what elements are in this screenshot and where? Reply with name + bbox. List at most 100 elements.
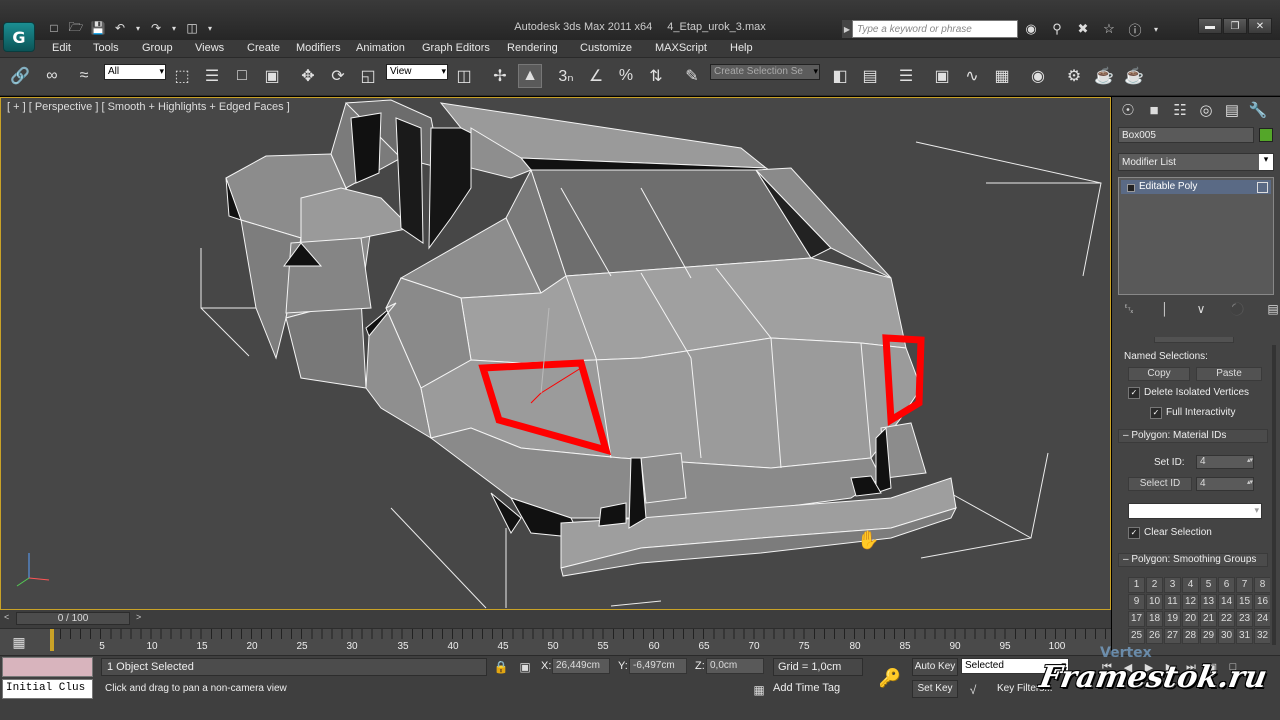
default-tangent-icon[interactable]: √ bbox=[965, 682, 981, 698]
window-crossing-icon[interactable]: ▣ bbox=[260, 64, 284, 88]
unlink-selection-icon[interactable]: ∞ bbox=[40, 64, 64, 88]
set-keys-key-icon[interactable]: 🔑 bbox=[876, 666, 904, 690]
communication-center-icon[interactable]: ⚲ bbox=[1048, 20, 1066, 38]
go-to-start-icon[interactable]: ⏮ bbox=[1098, 659, 1116, 675]
material-name-dropdown[interactable] bbox=[1128, 503, 1262, 519]
smoothing-group-button[interactable]: 32 bbox=[1254, 628, 1270, 644]
selection-lock-icon[interactable]: 🔒 bbox=[493, 659, 509, 675]
smoothing-group-button[interactable]: 3 bbox=[1164, 577, 1181, 593]
smoothing-group-button[interactable]: 21 bbox=[1200, 611, 1217, 627]
maximize-viewport-icon[interactable]: □ bbox=[1224, 659, 1242, 675]
clear-selection-checkbox[interactable]: Clear Selection bbox=[1128, 527, 1212, 539]
smoothing-group-button[interactable]: 29 bbox=[1200, 628, 1217, 644]
smoothing-group-button[interactable]: 26 bbox=[1146, 628, 1163, 644]
full-interactivity-checkbox[interactable]: Full Interactivity bbox=[1150, 407, 1235, 419]
menu-graph-editors[interactable]: Graph Editors bbox=[422, 42, 490, 54]
object-name-field[interactable]: Box005 bbox=[1118, 127, 1254, 143]
smoothing-group-button[interactable]: 27 bbox=[1164, 628, 1181, 644]
smoothing-group-button[interactable]: 7 bbox=[1236, 577, 1253, 593]
minimize-icon[interactable]: ▬ bbox=[1198, 18, 1222, 34]
hide-unselected-button[interactable] bbox=[1154, 337, 1234, 343]
object-color-swatch[interactable] bbox=[1259, 128, 1273, 142]
set-id-spinner[interactable]: 4 bbox=[1196, 455, 1254, 469]
maximize-icon[interactable]: ❐ bbox=[1223, 18, 1247, 34]
configure-modifier-sets-icon[interactable]: ▤ bbox=[1266, 302, 1280, 316]
rectangular-selection-icon[interactable]: □ bbox=[230, 64, 254, 88]
graphite-ribbon-icon[interactable]: ▣ bbox=[930, 64, 954, 88]
auto-key-button[interactable]: Auto Key bbox=[912, 658, 958, 676]
mini-curve-editor-icon[interactable]: ▦ bbox=[8, 634, 30, 652]
help-dropdown-icon[interactable]: ▾ bbox=[1152, 20, 1160, 38]
smoothing-group-button[interactable]: 18 bbox=[1146, 611, 1163, 627]
zoom-extents-icon[interactable]: ▣ bbox=[1203, 659, 1221, 675]
command-panel-scrollbar[interactable] bbox=[1272, 345, 1276, 645]
smoothing-group-button[interactable]: 23 bbox=[1236, 611, 1253, 627]
menu-rendering[interactable]: Rendering bbox=[507, 42, 558, 54]
time-slider-thumb[interactable]: 0 / 100 bbox=[16, 612, 130, 625]
smoothing-group-button[interactable]: 5 bbox=[1200, 577, 1217, 593]
create-tab-icon[interactable]: ☉ bbox=[1118, 100, 1138, 120]
menu-modifiers[interactable]: Modifiers bbox=[296, 42, 341, 54]
smoothing-group-button[interactable]: 1 bbox=[1128, 577, 1145, 593]
menu-edit[interactable]: Edit bbox=[52, 42, 71, 54]
modifier-list-dropdown[interactable]: Modifier List ▾ bbox=[1118, 153, 1274, 171]
rendered-frame-window-icon[interactable]: ☕ bbox=[1092, 64, 1116, 88]
smoothing-group-button[interactable]: 25 bbox=[1128, 628, 1145, 644]
time-slider[interactable]: < 0 / 100 > bbox=[0, 610, 1111, 628]
display-tab-icon[interactable]: ▤ bbox=[1222, 100, 1242, 120]
time-next-arrow-icon[interactable]: > bbox=[136, 612, 141, 622]
next-frame-icon[interactable]: ▶ bbox=[1161, 659, 1179, 675]
smoothing-group-button[interactable]: 10 bbox=[1146, 594, 1163, 610]
select-and-rotate-icon[interactable]: ⟳ bbox=[326, 64, 350, 88]
make-unique-icon[interactable]: ∨ bbox=[1194, 302, 1208, 316]
pivot-center-icon[interactable]: ◫ bbox=[452, 64, 476, 88]
absolute-offset-mode-icon[interactable]: ▣ bbox=[517, 659, 533, 675]
smoothing-group-button[interactable]: 31 bbox=[1236, 628, 1253, 644]
smoothing-group-button[interactable]: 13 bbox=[1200, 594, 1217, 610]
menu-animation[interactable]: Animation bbox=[356, 42, 405, 54]
maxscript-mini-listener-top[interactable] bbox=[2, 657, 93, 677]
close-icon[interactable]: ✕ bbox=[1248, 18, 1272, 34]
menu-views[interactable]: Views bbox=[195, 42, 224, 54]
delete-isolated-vertices-checkbox[interactable]: Delete Isolated Vertices bbox=[1128, 387, 1249, 399]
binoculars-icon[interactable]: ◉ bbox=[1022, 20, 1040, 38]
select-manipulate-icon[interactable]: ✢ bbox=[488, 64, 512, 88]
menu-maxscript[interactable]: MAXScript bbox=[655, 42, 707, 54]
schematic-view-icon[interactable]: ▦ bbox=[990, 64, 1014, 88]
smoothing-groups-rollout-header[interactable]: – Polygon: Smoothing Groups bbox=[1118, 553, 1268, 567]
remove-modifier-icon[interactable]: ⚫ bbox=[1230, 302, 1245, 316]
angle-snap-icon[interactable]: ∠ bbox=[584, 64, 608, 88]
show-end-result-icon[interactable]: │ bbox=[1158, 302, 1172, 316]
select-and-link-icon[interactable]: 🔗 bbox=[8, 64, 32, 88]
utilities-tab-icon[interactable]: 🔧 bbox=[1248, 100, 1268, 120]
smoothing-group-button[interactable]: 16 bbox=[1254, 594, 1270, 610]
maxscript-mini-listener[interactable]: Initial Clus bbox=[2, 679, 93, 699]
pin-stack-icon[interactable]: ␃ bbox=[1122, 302, 1136, 316]
menu-customize[interactable]: Customize bbox=[580, 42, 632, 54]
smoothing-group-button[interactable]: 14 bbox=[1218, 594, 1235, 610]
help-icon[interactable]: ⓘ bbox=[1126, 20, 1144, 38]
search-expand-icon[interactable]: ▶ bbox=[842, 20, 852, 38]
smoothing-group-button[interactable]: 8 bbox=[1254, 577, 1270, 593]
set-key-button[interactable]: Set Key bbox=[912, 680, 958, 698]
track-bar[interactable]: ▦ 5 10 15 20 25 30 35 40 45 50 55 60 65 … bbox=[0, 628, 1111, 655]
z-coordinate-field[interactable]: 0,0cm bbox=[706, 658, 764, 674]
select-and-scale-icon[interactable]: ◱ bbox=[356, 64, 380, 88]
select-and-move-icon[interactable]: ✥ bbox=[296, 64, 320, 88]
select-object-icon[interactable]: ⬚ bbox=[170, 64, 194, 88]
modify-tab-icon[interactable]: ■ bbox=[1144, 100, 1164, 120]
selection-filter-dropdown[interactable]: All bbox=[104, 64, 166, 80]
tools-icon[interactable]: ✖ bbox=[1074, 20, 1092, 38]
smoothing-group-button[interactable]: 11 bbox=[1164, 594, 1181, 610]
add-time-tag-button[interactable]: Add Time Tag bbox=[773, 682, 840, 694]
align-icon[interactable]: ▤ bbox=[858, 64, 882, 88]
favorites-star-icon[interactable]: ☆ bbox=[1100, 20, 1118, 38]
perspective-viewport[interactable]: [ + ] [ Perspective ] [ Smooth + Highlig… bbox=[0, 97, 1111, 610]
time-prev-arrow-icon[interactable]: < bbox=[4, 612, 9, 622]
smoothing-group-button[interactable]: 28 bbox=[1182, 628, 1199, 644]
app-logo-button[interactable]: G bbox=[3, 22, 35, 52]
copy-button[interactable]: Copy bbox=[1128, 367, 1190, 381]
smoothing-group-button[interactable]: 2 bbox=[1146, 577, 1163, 593]
time-tag-icon[interactable]: ▦ bbox=[751, 682, 767, 698]
curve-editor-icon[interactable]: ∿ bbox=[960, 64, 984, 88]
